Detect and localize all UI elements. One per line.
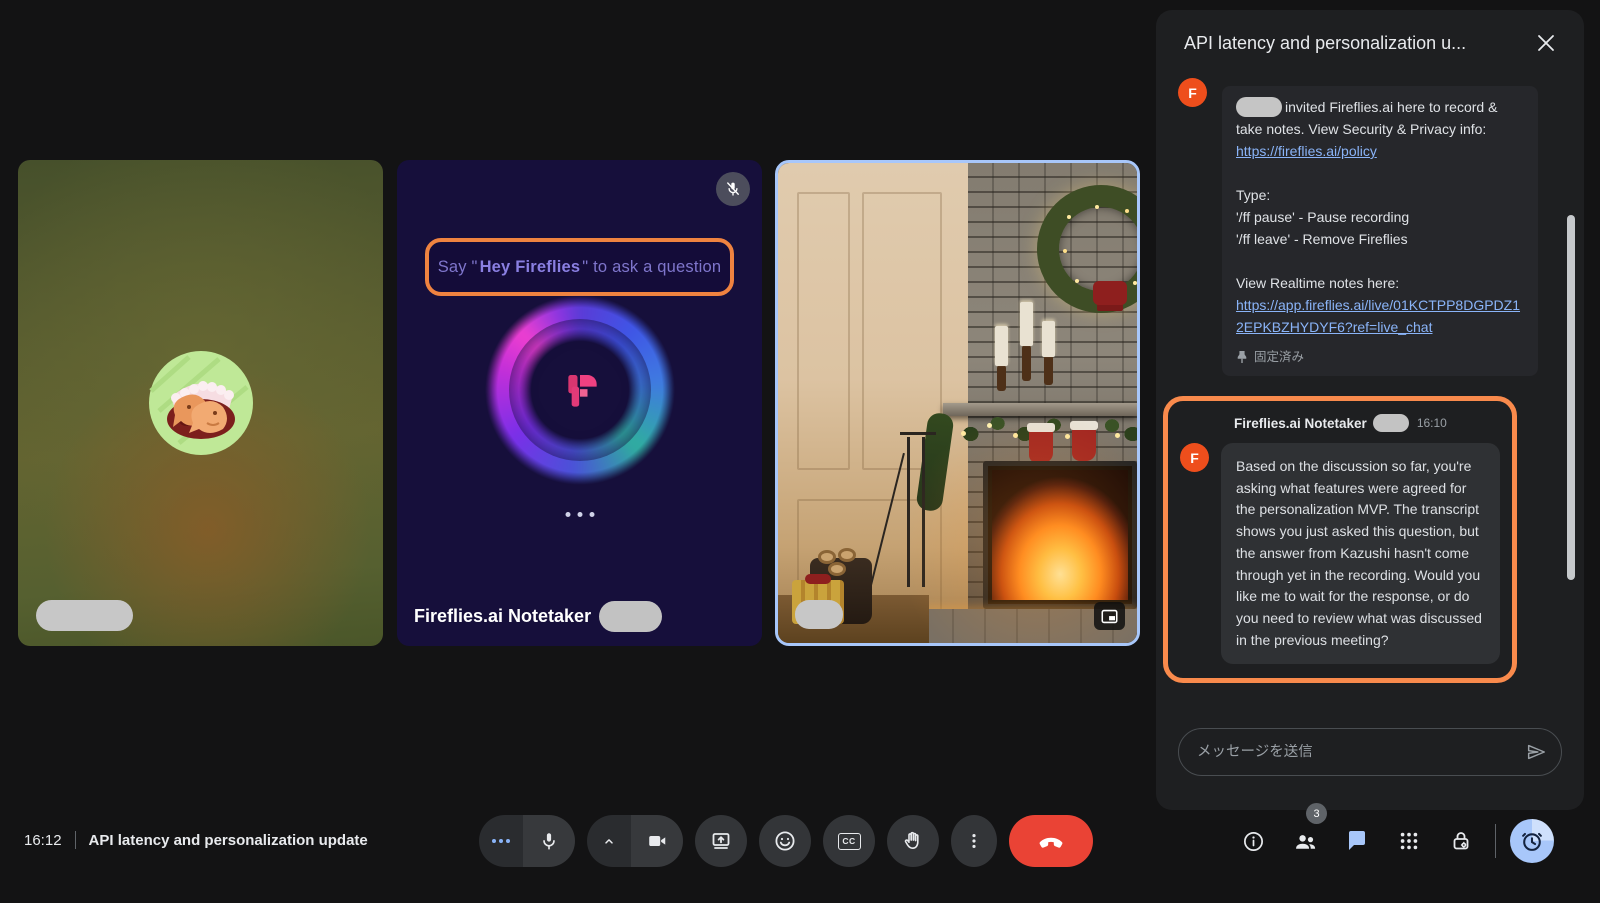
send-icon[interactable]: [1525, 741, 1547, 763]
typing-indicator: [565, 512, 594, 517]
timer-clock-icon: [1519, 828, 1545, 854]
fireflies-orb: [483, 293, 677, 487]
cmd-leave: '/ff leave' - Remove Fireflies: [1236, 231, 1408, 247]
chat-message-highlighted: Fireflies.ai Notetaker 16:10 F Based on …: [1163, 396, 1517, 683]
host-controls-lock-icon: [1449, 829, 1473, 853]
mic-options-button[interactable]: [479, 815, 523, 867]
more-options-button[interactable]: [951, 815, 997, 867]
say-prefix: Say ": [438, 258, 478, 277]
info-icon: [1242, 830, 1265, 853]
timer-extension-button[interactable]: [1510, 819, 1554, 863]
emoji-icon: [773, 829, 797, 853]
message-bubble: Based on the discussion so far, you're a…: [1221, 443, 1500, 664]
pinned-indicator: 固定済み: [1236, 346, 1524, 368]
mic-off-icon: [724, 180, 742, 198]
mic-icon: [538, 830, 560, 852]
video-tile-notetaker[interactable]: Say "Hey Fireflies" to ask a question Fi…: [397, 160, 762, 646]
pushpin-icon: [1236, 350, 1248, 364]
raise-hand-icon: [901, 829, 925, 853]
chat-icon: [1345, 829, 1369, 853]
more-vert-icon: [964, 831, 984, 851]
meeting-info-controls: 3: [1227, 819, 1554, 863]
avatar-fireflies: F: [1178, 78, 1207, 107]
chat-scrollbar[interactable]: [1567, 215, 1575, 580]
avatar-fireflies: F: [1180, 443, 1209, 472]
pinned-label: 固定済み: [1254, 346, 1304, 368]
sender-name: Fireflies.ai Notetaker: [1234, 416, 1367, 431]
video-tile-participant[interactable]: [18, 160, 383, 646]
reactions-button[interactable]: [759, 815, 811, 867]
participant-avatar: [149, 351, 253, 455]
present-screen-button[interactable]: [695, 815, 747, 867]
chat-message-input[interactable]: [1197, 744, 1525, 760]
redacted-suffix-pill: [1373, 414, 1409, 432]
cmd-pause: '/ff pause' - Pause recording: [1236, 209, 1409, 225]
close-chat-button[interactable]: [1526, 23, 1566, 63]
policy-link[interactable]: https://fireflies.ai/policy: [1236, 140, 1377, 162]
chat-button-active[interactable]: [1331, 819, 1383, 863]
captions-icon: CC: [838, 833, 861, 850]
divider: [1495, 824, 1496, 858]
chevron-up-icon: [600, 832, 618, 850]
more-dots-icon: [492, 839, 510, 843]
divider: [75, 831, 76, 849]
end-call-button[interactable]: [1009, 815, 1093, 867]
mic-toggle-button[interactable]: [523, 815, 575, 867]
close-icon: [1536, 33, 1556, 53]
participants-button[interactable]: 3: [1279, 819, 1331, 863]
caption-redacted: [599, 601, 662, 632]
notetaker-caption: Fireflies.ai Notetaker: [414, 606, 591, 627]
message-timestamp: 16:10: [1417, 416, 1447, 430]
chat-panel-title: API latency and personalization u...: [1184, 33, 1526, 54]
chat-message-fireflies-info: F invited Fireflies.ai here to record & …: [1156, 86, 1584, 376]
participants-count-badge: 3: [1306, 803, 1327, 824]
chat-messages-viewport[interactable]: F invited Fireflies.ai here to record & …: [1156, 76, 1584, 724]
realtime-notes-link[interactable]: https://app.fireflies.ai/live/01KCTPP8DG…: [1236, 294, 1524, 338]
say-bold: Hey Fireflies: [480, 258, 581, 277]
say-suffix: " to ask a question: [582, 258, 721, 277]
camera-toggle-button[interactable]: [631, 815, 683, 867]
picture-in-picture-icon: [1101, 609, 1118, 624]
people-icon: [1293, 829, 1318, 854]
camera-icon: [646, 830, 668, 852]
present-screen-icon: [709, 829, 733, 853]
chat-panel: API latency and personalization u... F i…: [1156, 10, 1584, 810]
participant-name-redacted: [36, 600, 133, 631]
mic-muted-badge: [716, 172, 750, 206]
message-bubble: invited Fireflies.ai here to record & ta…: [1222, 86, 1538, 376]
host-controls-button[interactable]: [1435, 819, 1487, 863]
call-controls: CC: [479, 815, 1093, 867]
video-tile-active-speaker[interactable]: [775, 160, 1140, 646]
notes-label: View Realtime notes here:: [1236, 275, 1399, 291]
meeting-title: API latency and personalization update: [89, 832, 368, 849]
apps-grid-icon: [1398, 830, 1420, 852]
camera-options-button[interactable]: [587, 815, 631, 867]
mic-control: [479, 815, 575, 867]
pip-button[interactable]: [1094, 602, 1125, 630]
fireflies-hint-box: Say "Hey Fireflies" to ask a question: [425, 238, 734, 296]
redacted-name-pill: [1236, 97, 1282, 117]
type-label: Type:: [1236, 187, 1270, 203]
camera-control: [587, 815, 683, 867]
meeting-details-button[interactable]: [1227, 819, 1279, 863]
end-call-icon: [1037, 827, 1065, 855]
current-time: 16:12: [24, 832, 62, 849]
raise-hand-button[interactable]: [887, 815, 939, 867]
captions-button[interactable]: CC: [823, 815, 875, 867]
fireplace-scene: [778, 163, 1137, 643]
chat-input-container: [1178, 728, 1562, 776]
speaker-name-redacted: [795, 600, 843, 629]
activities-button[interactable]: [1383, 819, 1435, 863]
